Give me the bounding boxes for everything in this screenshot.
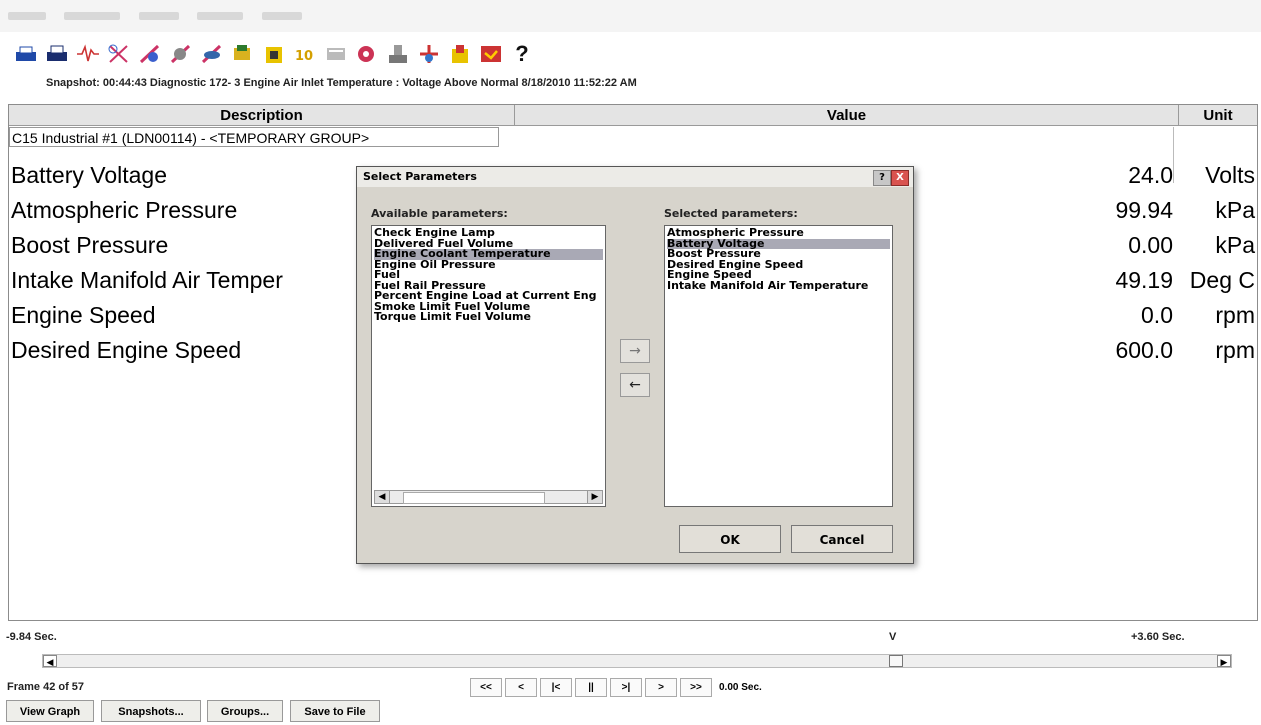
remove-parameter-button[interactable]: ← <box>620 373 650 397</box>
fast-forward-button[interactable]: >> <box>680 678 712 697</box>
list-item[interactable]: Engine Oil Pressure <box>374 259 603 271</box>
menu-bar <box>0 0 1261 32</box>
row-value: 99.94 <box>1115 197 1173 223</box>
row-unit: Volts <box>1205 162 1255 188</box>
go-to-start-button[interactable]: |< <box>540 678 572 697</box>
row-unit: Deg C <box>1189 267 1255 293</box>
tool-g-icon[interactable]: 10 <box>293 42 317 66</box>
menu-item[interactable] <box>197 12 244 20</box>
tool-i-icon[interactable] <box>355 42 379 66</box>
tool-c-icon[interactable] <box>169 42 193 66</box>
toolbar: 10 ? <box>14 34 534 74</box>
playback-time: 0.00 Sec. <box>719 682 762 693</box>
tool-k-icon[interactable] <box>417 42 441 66</box>
scroll-right-icon[interactable]: ▶ <box>587 491 602 503</box>
row-description: Atmospheric Pressure <box>11 197 238 223</box>
row-description: Battery Voltage <box>11 162 167 188</box>
step-forward-button[interactable]: > <box>645 678 677 697</box>
slider-right-icon[interactable]: ▶ <box>1217 655 1231 667</box>
select-parameters-dialog: Select Parameters ? X Available paramete… <box>356 166 914 564</box>
tool-l-icon[interactable] <box>448 42 472 66</box>
menu-item[interactable] <box>261 12 302 20</box>
dialog-title-bar[interactable]: Select Parameters ? X <box>357 167 913 187</box>
column-header-value[interactable]: Value <box>515 105 1179 126</box>
row-value: 0.0 <box>1141 302 1173 328</box>
help-icon[interactable]: ? <box>873 170 891 186</box>
printer-icon[interactable] <box>14 42 38 66</box>
row-unit: rpm <box>1215 302 1255 328</box>
snapshot-info: Snapshot: 00:44:43 Diagnostic 172- 3 Eng… <box>46 77 637 89</box>
playback-controls: << < |< || >| > >> 0.00 Sec. <box>470 678 762 697</box>
column-header-unit[interactable]: Unit <box>1179 105 1257 126</box>
row-unit: rpm <box>1215 337 1255 363</box>
tool-j-icon[interactable] <box>386 42 410 66</box>
groups-button[interactable]: Groups... <box>207 700 283 722</box>
step-back-button[interactable]: < <box>505 678 537 697</box>
waveform-icon[interactable] <box>76 42 100 66</box>
horizontal-scrollbar[interactable]: ◀ ▶ <box>374 490 603 504</box>
snapshots-button[interactable]: Snapshots... <box>101 700 201 722</box>
row-value: 49.19 <box>1115 267 1173 293</box>
ok-button[interactable]: OK <box>679 525 781 553</box>
menu-item[interactable] <box>138 12 179 20</box>
svg-text:10: 10 <box>295 49 313 64</box>
row-description: Engine Speed <box>11 302 156 328</box>
timeline-slider[interactable]: ◀ ▶ <box>42 654 1232 668</box>
tool-d-icon[interactable] <box>200 42 224 66</box>
scroll-left-icon[interactable]: ◀ <box>375 491 390 503</box>
print-preview-icon[interactable] <box>45 42 69 66</box>
selected-parameters-label: Selected parameters: <box>664 207 798 220</box>
save-to-file-button[interactable]: Save to File <box>290 700 380 722</box>
timeline-marker: V <box>889 631 897 643</box>
view-graph-button[interactable]: View Graph <box>6 700 94 722</box>
pause-button[interactable]: || <box>575 678 607 697</box>
row-value: 24.0 <box>1128 162 1173 188</box>
slider-thumb[interactable] <box>889 655 903 667</box>
tool-m-icon[interactable] <box>479 42 503 66</box>
list-item[interactable]: Torque Limit Fuel Volume <box>374 311 603 323</box>
list-item[interactable]: Intake Manifold Air Temperature <box>667 280 890 292</box>
menu-item[interactable] <box>64 12 121 20</box>
dialog-title: Select Parameters <box>363 170 477 183</box>
timeline-start-label: -9.84 Sec. <box>6 631 57 643</box>
tool-f-icon[interactable] <box>262 42 286 66</box>
column-header-description[interactable]: Description <box>9 105 515 126</box>
row-description: Boost Pressure <box>11 232 169 258</box>
scroll-thumb[interactable] <box>403 492 545 504</box>
row-description: Intake Manifold Air Temper <box>11 267 283 293</box>
add-parameter-button[interactable]: → <box>620 339 650 363</box>
help-icon[interactable]: ? <box>510 41 534 66</box>
group-row[interactable]: C15 Industrial #1 (LDN00114) - <TEMPORAR… <box>9 127 499 147</box>
go-to-end-button[interactable]: >| <box>610 678 642 697</box>
row-unit: kPa <box>1215 197 1255 223</box>
tool-e-icon[interactable] <box>231 42 255 66</box>
row-value: 600.0 <box>1115 337 1173 363</box>
row-value: 0.00 <box>1128 232 1173 258</box>
timeline-end-label: +3.60 Sec. <box>1131 631 1185 643</box>
available-parameters-label: Available parameters: <box>371 207 508 220</box>
available-parameters-list[interactable]: Check Engine Lamp Delivered Fuel Volume … <box>371 225 606 507</box>
slider-left-icon[interactable]: ◀ <box>43 655 57 667</box>
rewind-button[interactable]: << <box>470 678 502 697</box>
tool-a-icon[interactable] <box>107 42 131 66</box>
frame-counter: Frame 42 of 57 <box>7 681 85 693</box>
selected-parameters-list[interactable]: Atmospheric Pressure Battery Voltage Boo… <box>664 225 893 507</box>
close-icon[interactable]: X <box>891 170 909 186</box>
tool-h-icon[interactable] <box>324 42 348 66</box>
row-description: Desired Engine Speed <box>11 337 242 363</box>
tool-b-icon[interactable] <box>138 42 162 66</box>
cancel-button[interactable]: Cancel <box>791 525 893 553</box>
row-unit: kPa <box>1215 232 1255 258</box>
menu-item[interactable] <box>8 12 46 20</box>
